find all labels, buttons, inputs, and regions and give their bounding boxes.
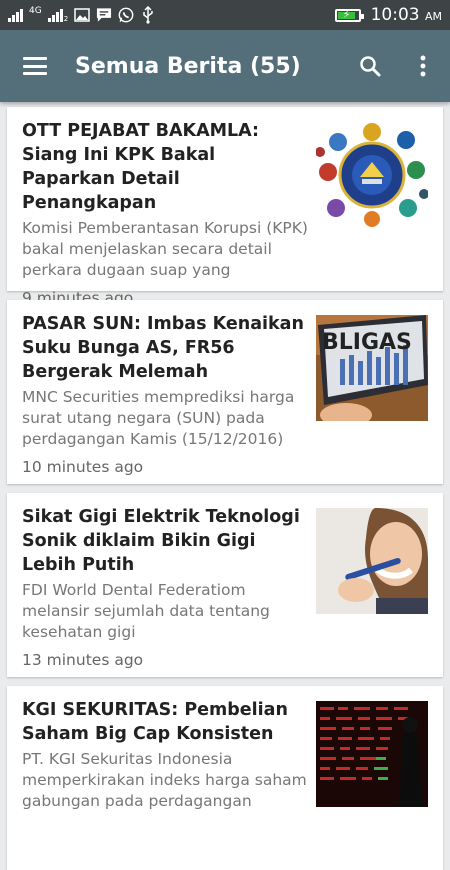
news-time: 10 minutes ago [22, 458, 144, 476]
news-title: OTT PEJABAT BAKAMLA: Siang Ini KPK Bakal… [22, 121, 260, 213]
signal-icon [47, 8, 63, 22]
chat-icon [96, 7, 112, 23]
search-icon [360, 56, 381, 77]
news-thumbnail [316, 701, 428, 807]
news-summary: FDI World Dental Federatiom melansir sej… [22, 581, 270, 641]
network-type: 4G [29, 5, 42, 16]
battery-charging-icon: ⚡ [334, 8, 364, 22]
overflow-menu-button[interactable] [395, 30, 450, 102]
news-title: Sikat Gigi Elektrik Teknologi Sonik dikl… [22, 507, 300, 575]
news-summary: PT. KGI Sekuritas Indonesia memperkiraka… [22, 750, 307, 810]
news-card[interactable]: Sikat Gigi Elektrik Teknologi Sonik dikl… [7, 493, 443, 677]
news-card[interactable]: PASAR SUN: Imbas Kenaikan Suku Bunga AS,… [7, 300, 443, 484]
search-button[interactable] [345, 30, 395, 102]
news-time: 13 minutes ago [22, 651, 144, 669]
news-thumbnail [316, 122, 428, 228]
image-icon [74, 7, 90, 23]
news-thumbnail [316, 508, 428, 614]
more-vert-icon [420, 55, 425, 77]
status-bar: 4G 2 ⚡ 10:03 AM [0, 0, 450, 30]
news-card[interactable]: OTT PEJABAT BAKAMLA: Siang Ini KPK Bakal… [7, 107, 443, 307]
news-title: PASAR SUN: Imbas Kenaikan Suku Bunga AS,… [22, 314, 304, 382]
news-thumbnail: BLIGAS [316, 315, 428, 421]
status-clock: 10:03 AM [370, 5, 442, 25]
sim-badge: 2 [63, 14, 69, 23]
page-title: Semua Berita (55) [75, 53, 301, 79]
signal-icon [8, 8, 23, 22]
news-summary: MNC Securities memprediksi harga surat u… [22, 388, 295, 448]
menu-icon [23, 57, 47, 75]
news-title: KGI SEKURITAS: Pembelian Saham Big Cap K… [22, 700, 288, 744]
menu-button[interactable] [0, 30, 70, 102]
app-bar: Semua Berita (55) [0, 30, 450, 102]
news-card[interactable]: KGI SEKURITAS: Pembelian Saham Big Cap K… [7, 686, 443, 870]
usb-icon [140, 6, 156, 24]
news-summary: Komisi Pemberantasan Korupsi (KPK) bakal… [22, 219, 308, 279]
whatsapp-icon [118, 7, 134, 23]
thumbnail-text: BLIGAS [322, 330, 412, 355]
